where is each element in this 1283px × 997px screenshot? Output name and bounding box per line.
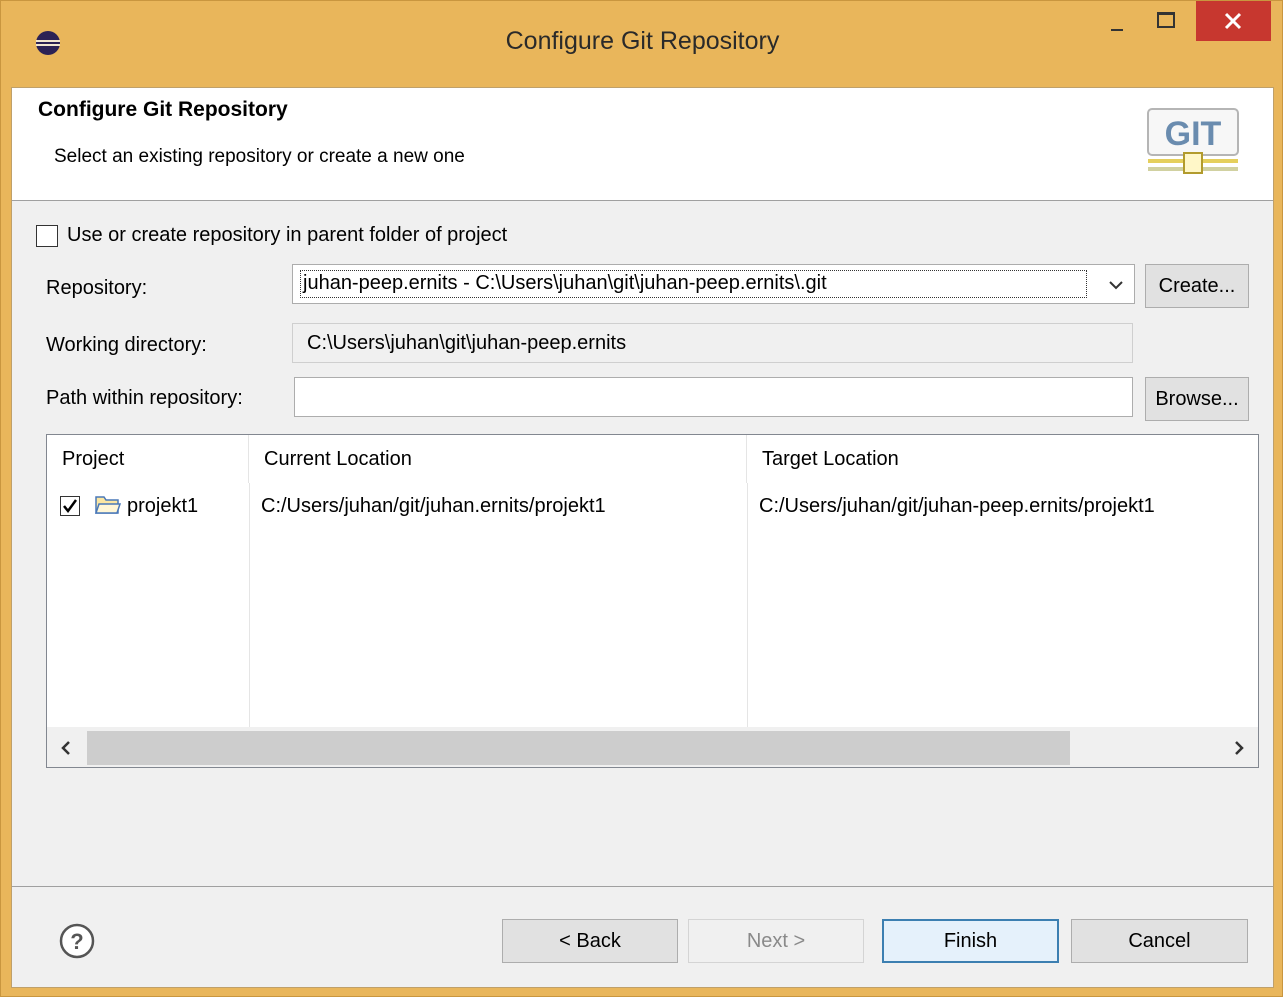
- path-label: Path within repository:: [46, 387, 243, 409]
- git-logo-icon: GIT: [1147, 108, 1239, 174]
- repository-select[interactable]: juhan-peep.ernits - C:\Users\juhan\git\j…: [292, 264, 1135, 304]
- window-title: Configure Git Repository: [505, 27, 780, 55]
- current-location: C:/Users/juhan/git/juhan.ernits/projekt1: [261, 495, 606, 517]
- create-button[interactable]: Create...: [1145, 264, 1249, 308]
- horizontal-scrollbar[interactable]: [47, 727, 1258, 767]
- maximize-button[interactable]: [1145, 1, 1191, 41]
- path-input[interactable]: [294, 377, 1133, 417]
- question-mark-icon[interactable]: ?: [58, 922, 96, 960]
- wizard-header: Configure Git Repository Select an exist…: [12, 88, 1273, 201]
- scroll-left-icon[interactable]: [47, 728, 85, 768]
- column-header-target-location[interactable]: Target Location: [747, 435, 1258, 483]
- next-button[interactable]: Next >: [688, 919, 864, 963]
- projects-table: Project Current Location Target Location…: [46, 434, 1259, 768]
- close-button[interactable]: [1196, 1, 1271, 41]
- close-icon: [1224, 12, 1242, 30]
- svg-text:?: ?: [70, 929, 83, 954]
- target-location: C:/Users/juhan/git/juhan-peep.ernits/pro…: [759, 495, 1155, 517]
- maximize-icon: [1157, 12, 1175, 28]
- checkmark-icon: [63, 499, 78, 514]
- working-directory-field: C:\Users\juhan\git\juhan-peep.ernits: [292, 323, 1133, 363]
- browse-button[interactable]: Browse...: [1145, 377, 1249, 421]
- svg-text:GIT: GIT: [1165, 115, 1222, 153]
- title-bar: Configure Git Repository: [1, 1, 1283, 87]
- row-checkbox[interactable]: [60, 496, 80, 516]
- folder-icon: [95, 496, 121, 514]
- working-directory-label: Working directory:: [46, 334, 207, 356]
- minimize-icon: [1111, 29, 1123, 31]
- footer-divider: [12, 886, 1273, 887]
- use-parent-folder-checkbox[interactable]: [36, 225, 58, 247]
- column-header-current-location[interactable]: Current Location: [249, 435, 747, 483]
- page-description: Select an existing repository or create …: [54, 146, 465, 167]
- dialog-window: Configure Git Repository Configure Git R…: [0, 0, 1283, 997]
- cancel-button[interactable]: Cancel: [1071, 919, 1248, 963]
- dialog-client-area: Configure Git Repository Select an exist…: [11, 87, 1274, 988]
- finish-button[interactable]: Finish: [882, 919, 1059, 963]
- table-row[interactable]: projekt1 C:/Users/juhan/git/juhan.ernits…: [47, 485, 1258, 523]
- project-name: projekt1: [127, 495, 199, 517]
- back-button[interactable]: < Back: [502, 919, 678, 963]
- chevron-down-icon: [1109, 281, 1123, 290]
- repository-label: Repository:: [46, 277, 148, 299]
- use-parent-folder-label: Use or create repository in parent folde…: [67, 224, 508, 246]
- minimize-button[interactable]: [1094, 1, 1140, 41]
- page-title: Configure Git Repository: [38, 98, 288, 121]
- column-header-project[interactable]: Project: [47, 435, 249, 483]
- repository-value: juhan-peep.ernits - C:\Users\juhan\git\j…: [303, 272, 827, 294]
- scroll-thumb[interactable]: [87, 731, 1070, 765]
- scroll-right-icon[interactable]: [1220, 728, 1258, 768]
